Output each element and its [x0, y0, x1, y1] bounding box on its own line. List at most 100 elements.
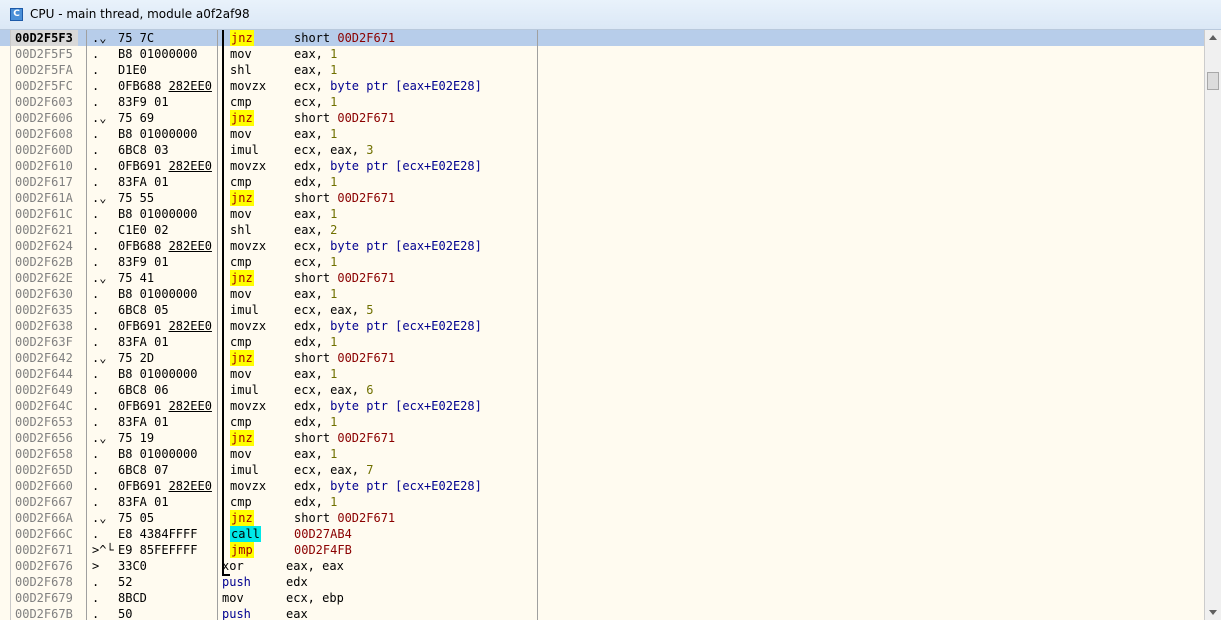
disassembly-row[interactable]: 00D2F624. 0FB688 282EE0 movzx ecx, byte ptr…: [0, 238, 1204, 254]
disassembly-row[interactable]: 00D2F5F3 .⌄ 75 7C jnz short 00D2F671: [0, 30, 1204, 46]
hex-bytes-text: 0FB691: [118, 479, 169, 493]
disassembly-row[interactable]: 00D2F630. B8 01000000 mov eax, 1: [0, 286, 1204, 302]
hex-bytes-text: 8BCD: [118, 591, 147, 605]
disassembly-row[interactable]: 00D2F658. B8 01000000 mov eax, 1: [0, 446, 1204, 462]
disassembly-row[interactable]: 00D2F66A .⌄ 75 05 jnz short 00D2F671: [0, 510, 1204, 526]
hex-bytes-cell: D1E0: [118, 62, 218, 78]
disassembly-row[interactable]: 00D2F65D. 6BC8 07 imul ecx, eax, 7: [0, 462, 1204, 478]
operand-cell: eax, 1: [294, 446, 337, 462]
operand-part: edx,: [294, 335, 331, 349]
mnemonic-cell: jnz: [230, 190, 254, 206]
hex-bytes-cell: 6BC8 07: [118, 462, 218, 478]
disassembly-row[interactable]: 00D2F603. 83F9 01 cmp ecx, 1: [0, 94, 1204, 110]
jump-marker: .: [92, 223, 100, 237]
disassembly-row[interactable]: 00D2F62E .⌄ 75 41 jnz short 00D2F671: [0, 270, 1204, 286]
hex-bytes-text: 33C0: [118, 559, 147, 573]
address-cell: 00D2F67B: [15, 607, 73, 620]
operand-cell: eax, 1: [294, 206, 337, 222]
disassembly-row[interactable]: 00D2F64C. 0FB691 282EE0 movzx edx, byte ptr…: [0, 398, 1204, 414]
operand-part: 1: [330, 335, 338, 349]
column-divider: [217, 30, 218, 620]
mnemonic-cell: mov: [230, 47, 252, 61]
disassembly-row[interactable]: 00D2F61C. B8 01000000 mov eax, 1: [0, 206, 1204, 222]
disassembly-row[interactable]: 00D2F67B. 50 push eax: [0, 606, 1204, 620]
disassembly-row[interactable]: 00D2F608. B8 01000000 mov eax, 1: [0, 126, 1204, 142]
address-cell: 00D2F603: [15, 95, 73, 109]
address-cell: 00D2F5FC: [15, 79, 73, 93]
operand-part: byte ptr [ecx+E02E28]: [330, 159, 482, 173]
hex-bytes-text: B8 01000000: [118, 367, 198, 381]
operand-part: ecx, eax,: [294, 383, 367, 397]
hex-bytes-text: E8 4384FFFF: [118, 527, 198, 541]
disassembly-row[interactable]: 00D2F649. 6BC8 06 imul ecx, eax, 6: [0, 382, 1204, 398]
jump-marker: .: [92, 175, 100, 189]
disassembly-row[interactable]: 00D2F671 >^└ E9 85FEFFFF jmp 00D2F4FB: [0, 542, 1204, 558]
vertical-scrollbar[interactable]: [1204, 30, 1221, 620]
hex-bytes-cell: 0FB691 282EE0: [118, 398, 218, 414]
disassembly-row[interactable]: 00D2F667. 83FA 01 cmp edx, 1: [0, 494, 1204, 510]
operand-part: short: [294, 111, 338, 125]
hex-bytes-cell: E8 4384FFFF: [118, 526, 218, 542]
operand-part: 00D2F4FB: [294, 543, 352, 557]
jump-marker: .: [92, 399, 100, 413]
operand-part: short: [294, 351, 338, 365]
mnemonic-cell: push: [222, 607, 251, 620]
disassembly-row[interactable]: 00D2F63F. 83FA 01 cmp edx, 1: [0, 334, 1204, 350]
mnemonic-cell: mov: [222, 591, 244, 605]
operand-cell: eax, 1: [294, 62, 337, 78]
address-cell: 00D2F610: [15, 159, 73, 173]
operand-part: short: [294, 511, 338, 525]
mnemonic-cell: mov: [230, 207, 252, 221]
disassembly-row[interactable]: 00D2F66C. E8 4384FFFF call 00D27AB4: [0, 526, 1204, 542]
operand-cell: short 00D2F671: [294, 430, 395, 446]
address-cell: 00D2F638: [15, 319, 73, 333]
disassembly-row[interactable]: 00D2F676 >33C0 xor eax, eax: [0, 558, 1204, 574]
operand-part: byte ptr [ecx+E02E28]: [330, 399, 482, 413]
disassembly-row[interactable]: 00D2F5FA. D1E0 shl eax, 1: [0, 62, 1204, 78]
address-cell: 00D2F61A: [15, 191, 73, 205]
operand-part: edx,: [294, 175, 331, 189]
disassembly-row[interactable]: 00D2F653. 83FA 01 cmp edx, 1: [0, 414, 1204, 430]
operand-part: eax,: [294, 207, 331, 221]
hex-bytes-cell: B8 01000000: [118, 126, 218, 142]
scroll-thumb[interactable]: [1207, 72, 1219, 90]
mnemonic-cell: call: [230, 526, 261, 542]
disassembly-row[interactable]: 00D2F638. 0FB691 282EE0 movzx edx, byte ptr…: [0, 318, 1204, 334]
disassembly-row[interactable]: 00D2F610. 0FB691 282EE0 movzx edx, byte ptr…: [0, 158, 1204, 174]
disassembly-row[interactable]: 00D2F679. 8BCD mov ecx, ebp: [0, 590, 1204, 606]
disassembly-row[interactable]: 00D2F61A .⌄ 75 55 jnz short 00D2F671: [0, 190, 1204, 206]
jump-marker: .: [92, 527, 100, 541]
address-cell: 00D2F63F: [15, 335, 73, 349]
operand-cell: short 00D2F671: [294, 30, 395, 46]
disassembly-row[interactable]: 00D2F656 .⌄ 75 19 jnz short 00D2F671: [0, 430, 1204, 446]
title-bar[interactable]: C CPU - main thread, module a0f2af98: [0, 0, 1221, 30]
disassembly-row[interactable]: 00D2F60D. 6BC8 03 imul ecx, eax, 3: [0, 142, 1204, 158]
mnemonic-cell: cmp: [230, 175, 252, 189]
scroll-up-icon[interactable]: [1209, 35, 1217, 40]
disassembly-row[interactable]: 00D2F678. 52 push edx: [0, 574, 1204, 590]
disassembly-pane[interactable]: 00D2F5F3 .⌄ 75 7C jnz short 00D2F671 00D2F5F5…: [0, 30, 1204, 620]
address-cell: 00D2F679: [15, 591, 73, 605]
scroll-down-icon[interactable]: [1209, 610, 1217, 615]
disassembly-row[interactable]: 00D2F660. 0FB691 282EE0 movzx edx, byte ptr…: [0, 478, 1204, 494]
column-divider: [86, 30, 87, 620]
operand-part: 1: [330, 287, 338, 301]
disassembly-row[interactable]: 00D2F644. B8 01000000 mov eax, 1: [0, 366, 1204, 382]
operand-part: ecx,: [294, 79, 331, 93]
disassembly-row[interactable]: 00D2F621. C1E0 02 shl eax, 2: [0, 222, 1204, 238]
disassembly-row[interactable]: 00D2F617. 83FA 01 cmp edx, 1: [0, 174, 1204, 190]
hex-bytes-cell: 75 7C: [118, 30, 218, 46]
disassembly-row[interactable]: 00D2F5F5. B8 01000000 mov eax, 1: [0, 46, 1204, 62]
hex-bytes-text: 0FB691: [118, 159, 169, 173]
operand-cell: ecx, 1: [294, 254, 337, 270]
disassembly-row[interactable]: 00D2F62B. 83F9 01 cmp ecx, 1: [0, 254, 1204, 270]
operand-part: edx,: [294, 399, 331, 413]
hex-bytes-cell: 0FB688 282EE0: [118, 78, 218, 94]
disassembly-row[interactable]: 00D2F635. 6BC8 05 imul ecx, eax, 5: [0, 302, 1204, 318]
operand-part: byte ptr [ecx+E02E28]: [330, 479, 482, 493]
disassembly-row[interactable]: 00D2F642 .⌄ 75 2D jnz short 00D2F671: [0, 350, 1204, 366]
disassembly-row[interactable]: 00D2F5FC. 0FB688 282EE0 movzx ecx, byte ptr…: [0, 78, 1204, 94]
hex-bytes-text: 52: [118, 575, 133, 589]
disassembly-row[interactable]: 00D2F606 .⌄ 75 69 jnz short 00D2F671: [0, 110, 1204, 126]
operand-part: 1: [330, 95, 338, 109]
